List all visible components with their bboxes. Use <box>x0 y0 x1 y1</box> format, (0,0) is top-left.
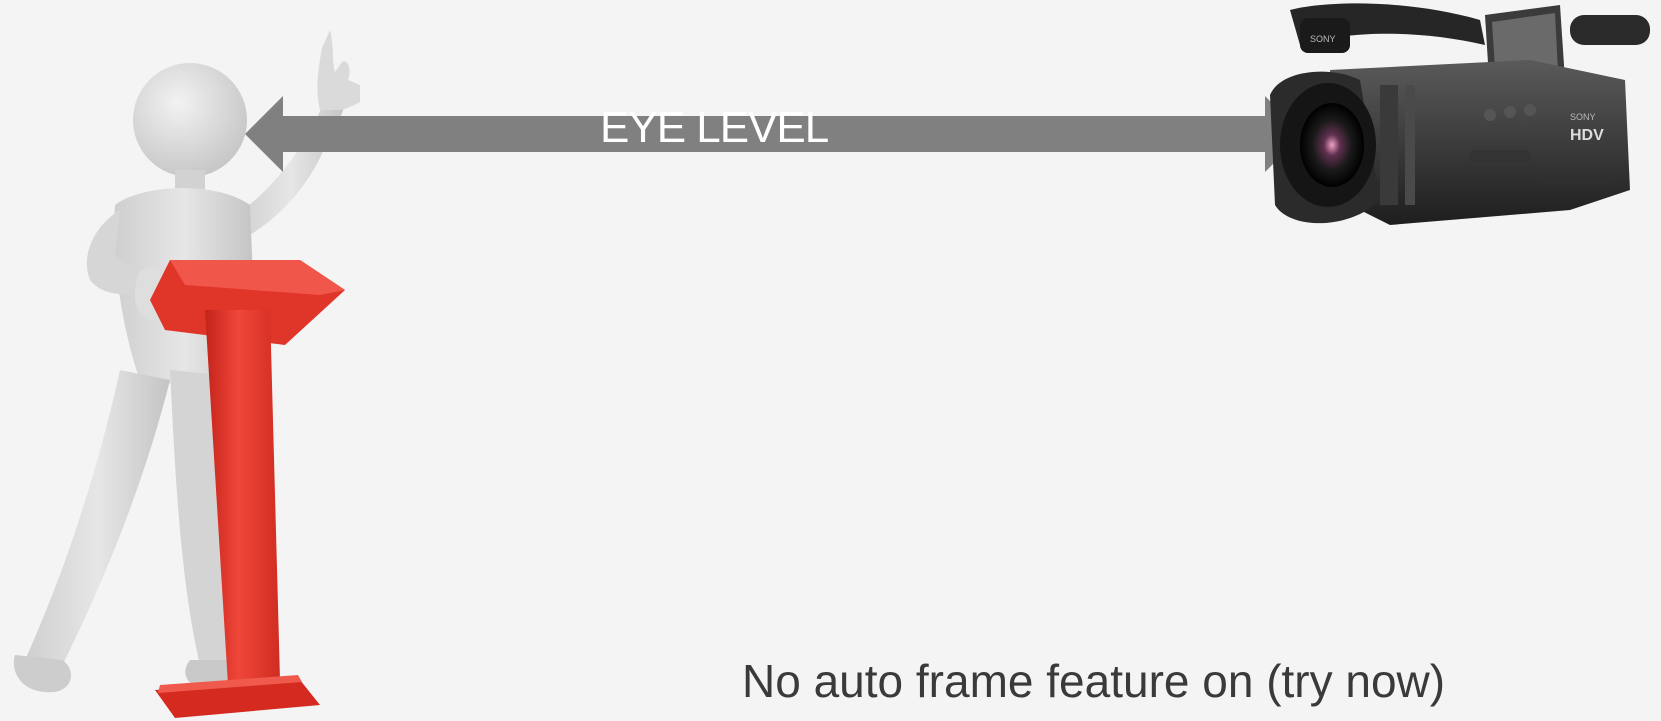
video-camera-icon: SONY HDV SONY <box>1270 3 1650 225</box>
camera-hdv-badge: HDV <box>1570 127 1604 144</box>
camera-body-brand: SONY <box>1570 112 1596 122</box>
eye-level-label: EYE LEVEL <box>600 103 829 152</box>
slide-caption: No auto frame feature on (try now) <box>742 655 1446 707</box>
slide-canvas: EYE LEVEL SONY HDV SONY No auto frame fe… <box>0 0 1661 721</box>
camera-handle-brand: SONY <box>1310 34 1336 44</box>
